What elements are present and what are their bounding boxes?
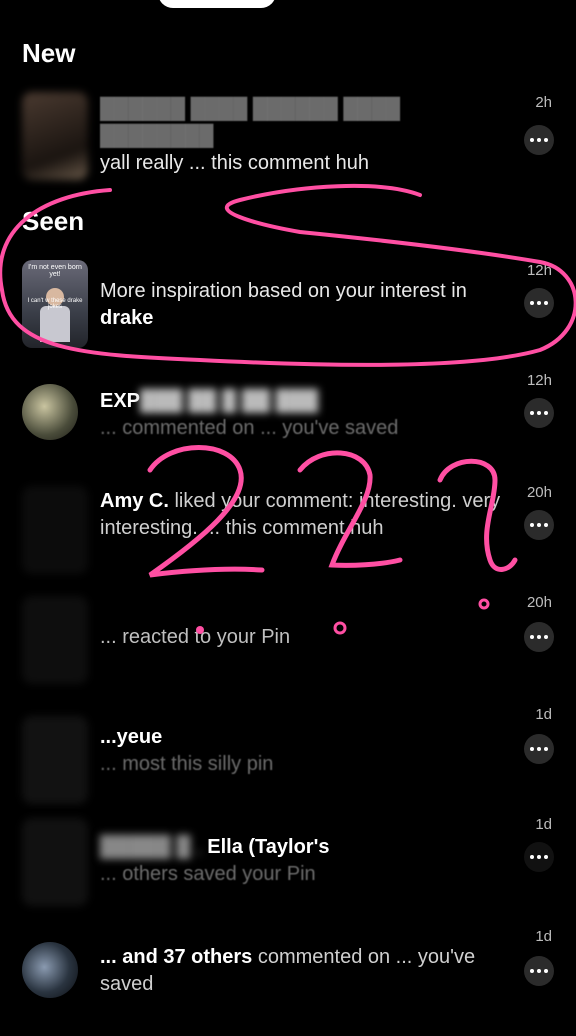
more-options-button[interactable] <box>524 734 554 764</box>
notification-row[interactable]: Amy C. liked your comment: interesting. … <box>0 482 576 592</box>
more-options-button[interactable] <box>524 956 554 986</box>
section-title-seen: Seen <box>22 206 85 236</box>
top-handle <box>158 0 276 8</box>
more-options-button[interactable] <box>524 510 554 540</box>
timestamp: 1d <box>535 706 552 723</box>
notification-row[interactable]: EXP███ ██ █ ██ ███ ... commented on ... … <box>0 372 576 482</box>
timestamp: 1d <box>535 928 552 945</box>
notification-row[interactable]: I'm not even born yet! I can't w these d… <box>0 258 576 368</box>
blurred-text: ██████ ████ ██████ ████ ████████ <box>100 98 401 147</box>
more-options-button[interactable] <box>524 398 554 428</box>
avatar[interactable] <box>22 384 78 440</box>
notification-text-secondary: ... others saved your Pin <box>100 863 316 885</box>
timestamp: 20h <box>526 594 552 611</box>
avatar[interactable] <box>22 942 78 998</box>
notification-text: ... reacted to your Pin <box>100 626 291 648</box>
notification-text: More inspiration based on your interest … <box>100 280 467 329</box>
timestamp: 12h <box>526 262 552 279</box>
timestamp: 2h <box>535 94 552 111</box>
notification-row[interactable]: ██████ ████ ██████ ████ ████████ yall re… <box>0 88 576 198</box>
notification-text-secondary: ... commented on ... you've saved <box>100 417 399 439</box>
notification-thumbnail[interactable] <box>22 716 88 804</box>
timestamp: 20h <box>526 484 552 501</box>
notification-thumbnail[interactable]: I'm not even born yet! I can't w these d… <box>22 260 88 348</box>
notification-thumbnail[interactable] <box>22 486 88 574</box>
notification-row[interactable]: ... and 37 others commented on ... you'v… <box>0 926 576 1036</box>
notification-text: ...yeue <box>100 726 163 748</box>
notification-row[interactable]: ... reacted to your Pin 20h <box>0 592 576 702</box>
notification-text-secondary: ... most this silly pin <box>100 753 274 775</box>
notification-text: ... and 37 others commented on ... you'v… <box>100 946 476 995</box>
timestamp: 1d <box>535 816 552 833</box>
person-body <box>40 306 70 342</box>
thumb-caption: I can't w these drake jokes <box>27 298 83 310</box>
more-options-button[interactable] <box>524 842 554 872</box>
notification-row[interactable]: ...yeue ... most this silly pin 1d <box>0 702 576 812</box>
more-options-button[interactable] <box>524 622 554 652</box>
notification-thumbnail[interactable] <box>22 818 88 906</box>
notification-text: Amy C. liked your comment: interesting. … <box>100 490 501 539</box>
notification-text: EXP███ ██ █ ██ ███ <box>100 390 319 412</box>
thumb-caption: I'm not even born yet! <box>28 264 82 278</box>
timestamp: 12h <box>526 372 552 389</box>
notification-row[interactable]: █████ █ , Ella (Taylor's ... others save… <box>0 814 576 924</box>
notification-text: █████ █ , Ella (Taylor's <box>100 836 330 858</box>
more-options-button[interactable] <box>524 288 554 318</box>
notification-text: yall really ... this comment huh <box>100 152 369 174</box>
more-options-button[interactable] <box>524 125 554 155</box>
notification-thumbnail[interactable] <box>22 92 88 180</box>
section-title-new: New <box>22 38 76 68</box>
notification-thumbnail[interactable] <box>22 596 88 684</box>
